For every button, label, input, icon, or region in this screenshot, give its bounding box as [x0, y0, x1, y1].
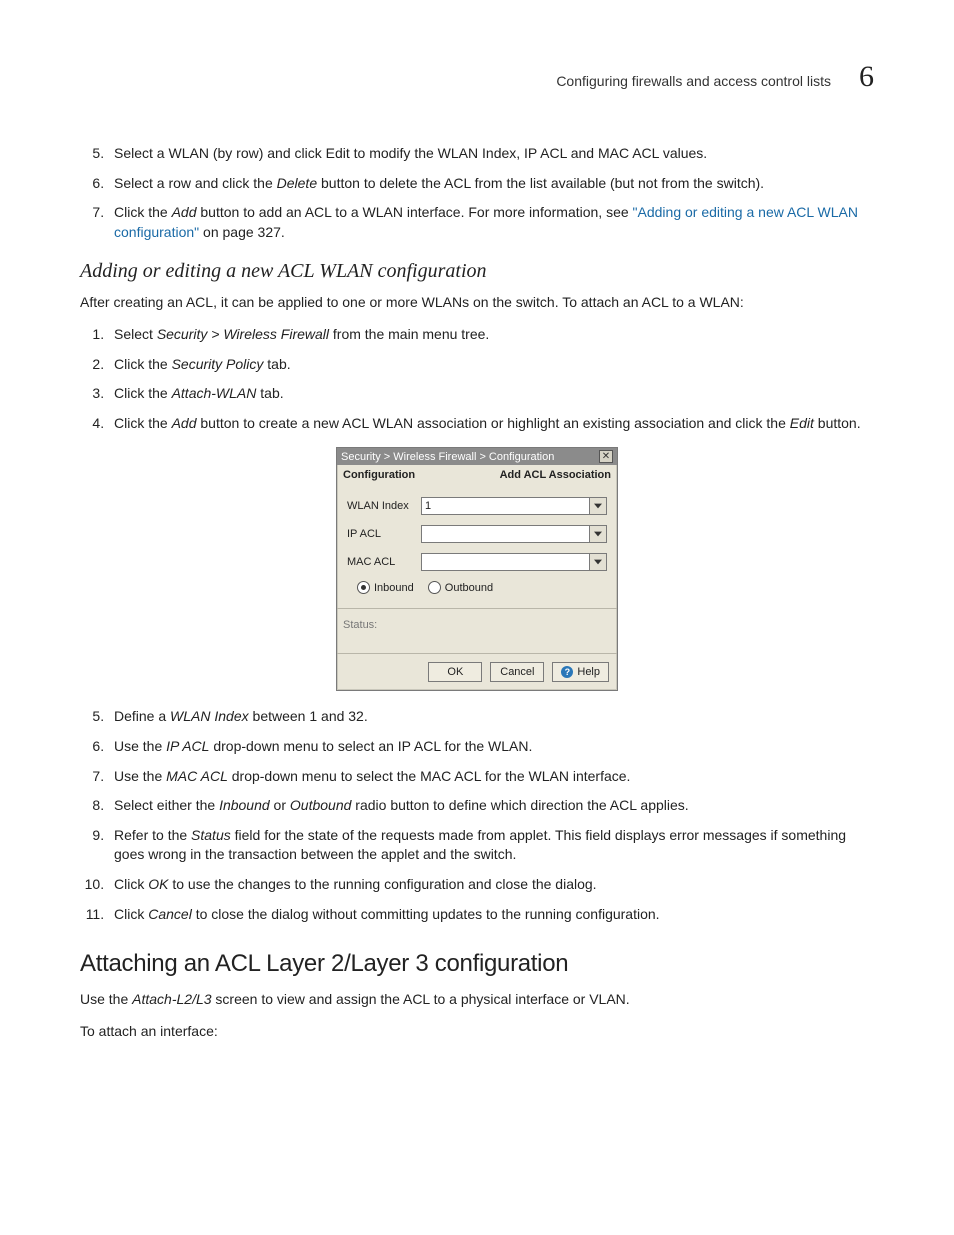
- help-icon: ?: [561, 666, 573, 678]
- dialog-breadcrumb: Security > Wireless Firewall > Configura…: [341, 451, 554, 463]
- step-b4: Click the Add button to create a new ACL…: [108, 414, 874, 434]
- radio-dot-icon: [357, 581, 370, 594]
- chevron-down-icon[interactable]: [589, 554, 606, 570]
- steps-list-a: Select a WLAN (by row) and click Edit to…: [80, 144, 874, 242]
- wlan-index-field[interactable]: 1: [421, 497, 607, 515]
- direction-radios: Inbound Outbound: [347, 581, 607, 602]
- status-area: Status:: [337, 608, 617, 653]
- ip-acl-row: IP ACL: [347, 525, 607, 543]
- header-section: Configuring firewalls and access control…: [556, 73, 831, 89]
- subheading-adding-editing: Adding or editing a new ACL WLAN configu…: [80, 260, 874, 283]
- outbound-radio[interactable]: Outbound: [428, 581, 493, 594]
- step-c10: Click OK to use the changes to the runni…: [108, 875, 874, 895]
- help-button[interactable]: ?Help: [552, 662, 609, 682]
- chevron-down-icon[interactable]: [589, 526, 606, 542]
- step-a5: Select a WLAN (by row) and click Edit to…: [108, 144, 874, 164]
- ok-button[interactable]: OK: [428, 662, 482, 682]
- step-c8: Select either the Inbound or Outbound ra…: [108, 796, 874, 816]
- add-acl-dialog: Security > Wireless Firewall > Configura…: [336, 447, 618, 691]
- dialog-button-row: OK Cancel ?Help: [337, 653, 617, 690]
- chapter-number: 6: [859, 60, 874, 94]
- steps-list-b: Select Security > Wireless Firewall from…: [80, 325, 874, 433]
- step-b3: Click the Attach-WLAN tab.: [108, 384, 874, 404]
- step-c5: Define a WLAN Index between 1 and 32.: [108, 707, 874, 727]
- mac-acl-row: MAC ACL: [347, 553, 607, 571]
- intro-paragraph: After creating an ACL, it can be applied…: [80, 293, 874, 313]
- dialog-tabs: Configuration Add ACL Association: [337, 465, 617, 485]
- page-header: Configuring firewalls and access control…: [80, 60, 874, 94]
- step-c6: Use the IP ACL drop-down menu to select …: [108, 737, 874, 757]
- step-b2: Click the Security Policy tab.: [108, 355, 874, 375]
- step-b1: Select Security > Wireless Firewall from…: [108, 325, 874, 345]
- mac-acl-label: MAC ACL: [347, 556, 421, 568]
- ip-acl-label: IP ACL: [347, 528, 421, 540]
- chevron-down-icon[interactable]: [589, 498, 606, 514]
- status-label: Status:: [343, 619, 377, 631]
- dialog-figure: Security > Wireless Firewall > Configura…: [80, 447, 874, 691]
- heading-attach-l2l3: Attaching an ACL Layer 2/Layer 3 configu…: [80, 950, 874, 978]
- steps-list-c: Define a WLAN Index between 1 and 32. Us…: [80, 707, 874, 924]
- ip-acl-field[interactable]: [421, 525, 607, 543]
- dialog-tab-left: Configuration: [343, 469, 415, 481]
- step-c9: Refer to the Status field for the state …: [108, 826, 874, 865]
- cancel-button[interactable]: Cancel: [490, 662, 544, 682]
- step-c7: Use the MAC ACL drop-down menu to select…: [108, 767, 874, 787]
- radio-empty-icon: [428, 581, 441, 594]
- para-to-attach: To attach an interface:: [80, 1022, 874, 1042]
- close-icon[interactable]: ✕: [599, 450, 613, 463]
- inbound-radio[interactable]: Inbound: [357, 581, 414, 594]
- mac-acl-field[interactable]: [421, 553, 607, 571]
- step-a6: Select a row and click the Delete button…: [108, 174, 874, 194]
- dialog-tab-right: Add ACL Association: [500, 469, 611, 481]
- wlan-index-label: WLAN Index: [347, 500, 421, 512]
- dialog-titlebar: Security > Wireless Firewall > Configura…: [337, 448, 617, 465]
- wlan-index-row: WLAN Index 1: [347, 497, 607, 515]
- step-a7: Click the Add button to add an ACL to a …: [108, 203, 874, 242]
- step-c11: Click Cancel to close the dialog without…: [108, 905, 874, 925]
- para-attach-l2l3: Use the Attach-L2/L3 screen to view and …: [80, 990, 874, 1010]
